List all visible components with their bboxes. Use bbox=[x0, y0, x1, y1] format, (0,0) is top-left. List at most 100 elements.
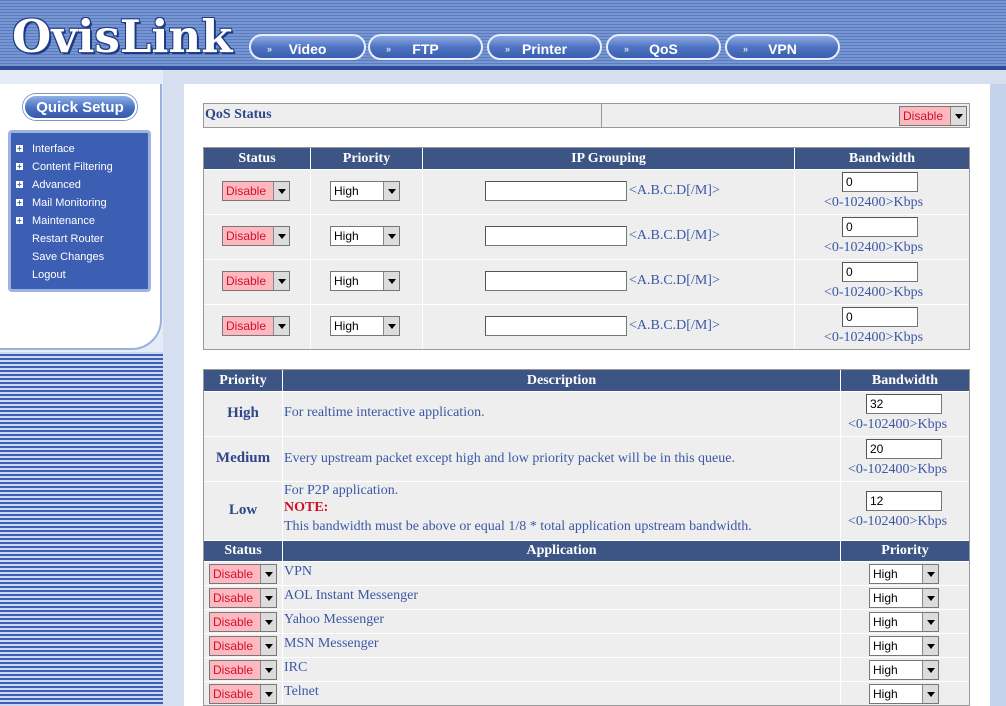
chevron-down-icon[interactable] bbox=[383, 227, 399, 245]
sidebar-item-maintenance[interactable]: + Maintenance bbox=[11, 212, 149, 230]
priority-select[interactable]: High bbox=[330, 181, 400, 201]
status-value: Disable bbox=[226, 184, 267, 198]
priority-select[interactable]: High bbox=[330, 316, 400, 336]
chevron-down-icon[interactable] bbox=[383, 182, 399, 200]
bandwidth-input[interactable]: 0 bbox=[842, 172, 918, 192]
app-priority-select[interactable]: High bbox=[869, 612, 939, 632]
app-status-select[interactable]: Disable bbox=[209, 684, 277, 704]
chevron-down-icon[interactable] bbox=[260, 637, 276, 655]
app-status-select[interactable]: Disable bbox=[209, 660, 277, 680]
status-select[interactable]: Disable bbox=[222, 271, 290, 291]
ip-grouping-input[interactable] bbox=[485, 316, 627, 336]
ip-format-hint: <A.B.C.D[/M]> bbox=[629, 318, 720, 333]
application-name: Telnet bbox=[284, 684, 319, 699]
app-priority-select[interactable]: High bbox=[869, 636, 939, 656]
nav-vpn-button[interactable]: » VPN bbox=[725, 34, 840, 60]
bandwidth-input[interactable]: 20 bbox=[866, 439, 942, 459]
app-status-select[interactable]: Disable bbox=[209, 636, 277, 656]
top-banner: OvisLink » Video » FTP » Printer » QoS »… bbox=[0, 0, 1006, 70]
priority-cell: High bbox=[311, 215, 422, 259]
chevron-down-icon[interactable] bbox=[273, 182, 289, 200]
app-priority-select[interactable]: High bbox=[869, 660, 939, 680]
chevron-down-icon[interactable] bbox=[383, 272, 399, 290]
ip-grouping-input[interactable] bbox=[485, 271, 627, 291]
chevron-down-icon[interactable] bbox=[950, 107, 966, 125]
chevron-down-icon[interactable] bbox=[922, 565, 938, 583]
sidebar-item-label: Save Changes bbox=[32, 251, 105, 263]
nav-video-button[interactable]: » Video bbox=[249, 34, 366, 60]
status-value: Disable bbox=[226, 319, 267, 333]
chevron-down-icon[interactable] bbox=[922, 661, 938, 679]
status-select[interactable]: Disable bbox=[222, 316, 290, 336]
ip-grouping-cell: <A.B.C.D[/M]> bbox=[423, 305, 794, 349]
sidebar-item-content-filtering[interactable]: + Content Filtering bbox=[11, 158, 149, 176]
app-priority-value: High bbox=[873, 663, 898, 677]
sidebar-item-restart-router[interactable]: Restart Router bbox=[11, 230, 149, 248]
chevron-down-icon[interactable] bbox=[260, 589, 276, 607]
chevron-down-icon[interactable] bbox=[260, 613, 276, 631]
expand-plus-icon[interactable]: + bbox=[16, 145, 23, 153]
col-header-priority: Priority bbox=[841, 541, 969, 561]
app-priority-cell: High bbox=[841, 658, 969, 681]
chevron-down-icon[interactable] bbox=[260, 685, 276, 703]
bandwidth-hint: <0-102400>Kbps bbox=[848, 417, 948, 432]
bandwidth-cell: 0 <0-102400>Kbps bbox=[795, 260, 969, 304]
chevron-down-icon[interactable] bbox=[273, 272, 289, 290]
chevron-down-icon[interactable] bbox=[922, 589, 938, 607]
ip-grouping-input[interactable] bbox=[485, 181, 627, 201]
ip-grouping-table: Status Priority IP Grouping Bandwidth Di… bbox=[203, 147, 970, 350]
chevron-down-icon[interactable] bbox=[273, 317, 289, 335]
app-status-select[interactable]: Disable bbox=[209, 612, 277, 632]
app-priority-select[interactable]: High bbox=[869, 588, 939, 608]
priority-select[interactable]: High bbox=[330, 226, 400, 246]
nav-ftp-button[interactable]: » FTP bbox=[368, 34, 483, 60]
ip-grouping-cell: <A.B.C.D[/M]> bbox=[423, 260, 794, 304]
bandwidth-input[interactable]: 0 bbox=[842, 217, 918, 237]
chevron-down-icon[interactable] bbox=[273, 227, 289, 245]
app-priority-select[interactable]: High bbox=[869, 564, 939, 584]
sidebar-menu: + Interface + Content Filtering + Advanc… bbox=[8, 130, 151, 292]
bandwidth-input[interactable]: 0 bbox=[842, 262, 918, 282]
app-priority-cell: High bbox=[841, 682, 969, 705]
col-header-description: Description bbox=[283, 370, 840, 391]
sidebar-item-mail-monitoring[interactable]: + Mail Monitoring bbox=[11, 194, 149, 212]
application-cell: Telnet bbox=[283, 682, 840, 705]
chevron-down-icon[interactable] bbox=[383, 317, 399, 335]
chevron-down-icon[interactable] bbox=[922, 637, 938, 655]
sidebar-item-advanced[interactable]: + Advanced bbox=[11, 176, 149, 194]
app-status-value: Disable bbox=[213, 567, 254, 581]
col-header-bandwidth: Bandwidth bbox=[795, 148, 969, 169]
status-select[interactable]: Disable bbox=[222, 226, 290, 246]
chevron-down-icon[interactable] bbox=[260, 565, 276, 583]
sidebar-item-interface[interactable]: + Interface bbox=[11, 140, 149, 158]
description-text: For realtime interactive application. bbox=[284, 405, 485, 420]
expand-plus-icon[interactable]: + bbox=[16, 199, 23, 207]
bandwidth-input[interactable]: 0 bbox=[842, 307, 918, 327]
app-priority-select[interactable]: High bbox=[869, 684, 939, 704]
app-priority-cell: High bbox=[841, 634, 969, 657]
ip-grouping-input[interactable] bbox=[485, 226, 627, 246]
nav-qos-button[interactable]: » QoS bbox=[606, 34, 721, 60]
sidebar-item-save-changes[interactable]: Save Changes bbox=[11, 248, 149, 266]
quick-setup-button[interactable]: Quick Setup bbox=[23, 94, 137, 120]
bandwidth-input[interactable]: 12 bbox=[866, 491, 942, 511]
nav-printer-button[interactable]: » Printer bbox=[487, 34, 602, 60]
expand-plus-icon[interactable]: + bbox=[16, 181, 23, 189]
chevron-down-icon[interactable] bbox=[922, 613, 938, 631]
qos-status-select[interactable]: Disable bbox=[899, 106, 967, 126]
priority-select[interactable]: High bbox=[330, 271, 400, 291]
bandwidth-hint: <0-102400>Kbps bbox=[824, 330, 924, 345]
app-priority-value: High bbox=[873, 567, 898, 581]
expand-plus-icon[interactable]: + bbox=[16, 163, 23, 171]
expand-plus-icon[interactable]: + bbox=[16, 217, 23, 225]
chevron-down-icon[interactable] bbox=[260, 661, 276, 679]
bandwidth-input[interactable]: 32 bbox=[866, 394, 942, 414]
app-status-select[interactable]: Disable bbox=[209, 588, 277, 608]
sidebar-item-logout[interactable]: Logout bbox=[11, 266, 149, 284]
app-status-select[interactable]: Disable bbox=[209, 564, 277, 584]
status-select[interactable]: Disable bbox=[222, 181, 290, 201]
bandwidth-cell: 0 <0-102400>Kbps bbox=[795, 170, 969, 214]
chevron-down-icon[interactable] bbox=[922, 685, 938, 703]
sidebar-item-label: Content Filtering bbox=[32, 161, 113, 173]
nav-qos-label: QoS bbox=[649, 41, 678, 57]
